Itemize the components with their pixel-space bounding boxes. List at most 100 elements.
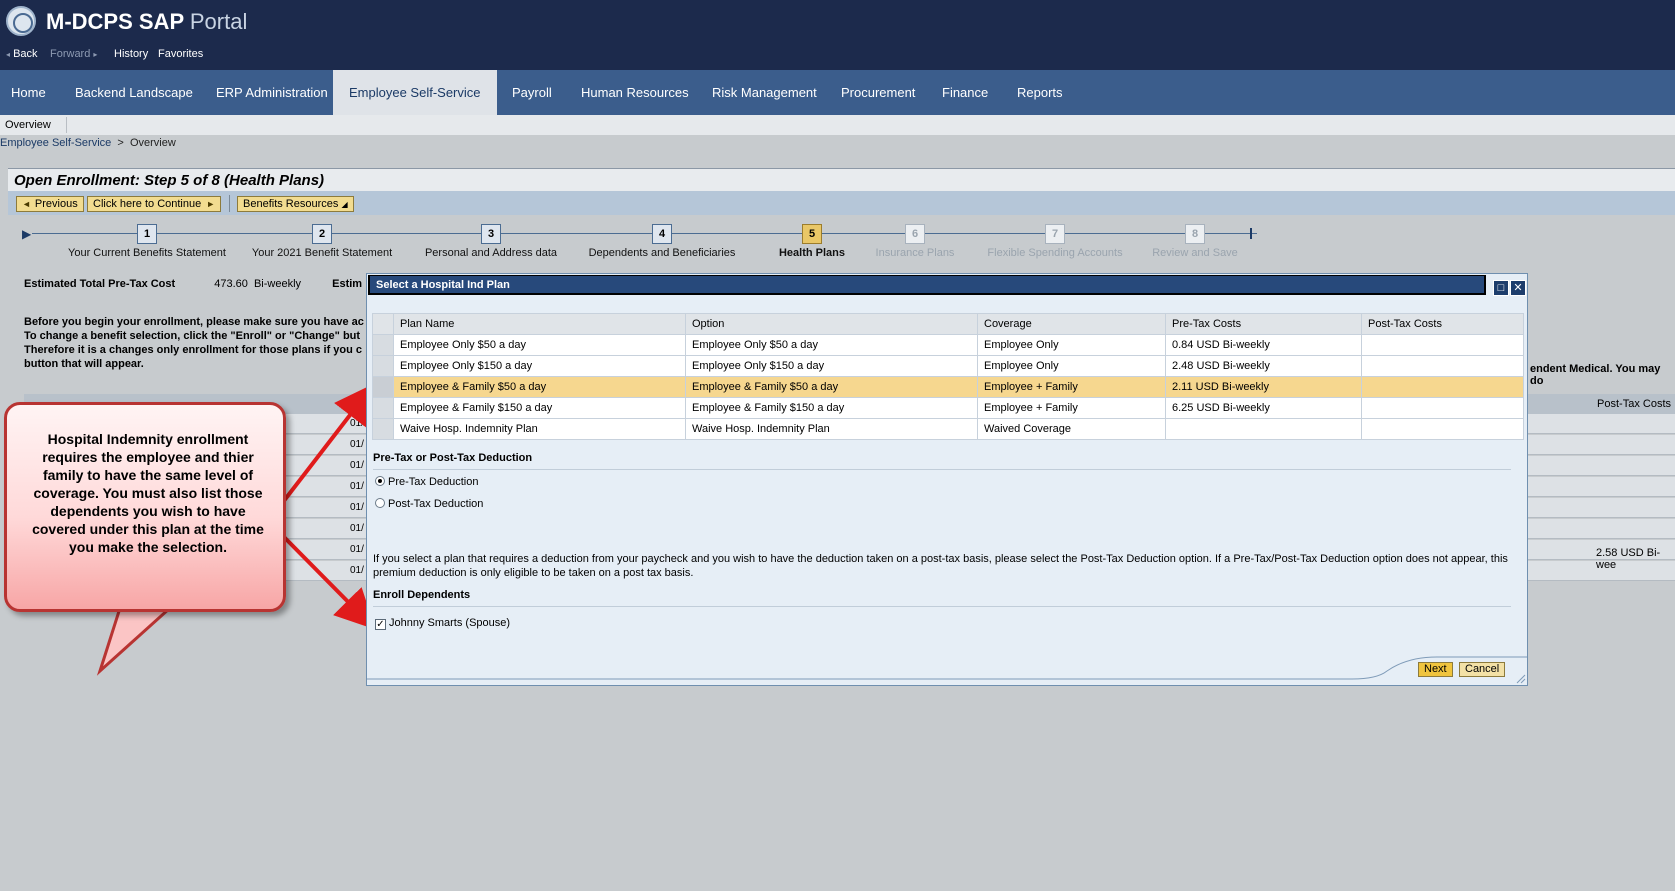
posttax-cell (1361, 376, 1524, 398)
breadcrumb-current: Overview (129, 137, 176, 149)
cancel-button[interactable]: Cancel (1459, 662, 1506, 677)
row-selector-header (372, 313, 394, 335)
district-seal-logo (6, 6, 36, 36)
col-option: Option (685, 313, 978, 335)
col-posttax-costs: Post-Tax Costs (1361, 313, 1524, 335)
coverage-cell: Employee Only (977, 355, 1166, 377)
history-link[interactable]: History (114, 48, 148, 60)
page-header: Open Enrollment: Step 5 of 8 (Health Pla… (8, 168, 1675, 191)
menu-arrow-icon: ◢ (341, 200, 348, 209)
pretax-cell: 6.25 USD Bi-weekly (1165, 397, 1362, 419)
step-label: Health Plans (778, 247, 846, 259)
roadmap-start-icon: ▶ (22, 227, 32, 241)
step-label: Personal and Address data (424, 247, 558, 259)
row-selector[interactable] (372, 397, 394, 419)
subnav-overview[interactable]: Overview (5, 119, 51, 131)
tab-procurement[interactable]: Procurement (839, 70, 917, 115)
top-navigation: Home Backend Landscape ERP Administratio… (0, 70, 1675, 115)
row-selector[interactable] (372, 334, 394, 356)
tab-risk-management[interactable]: Risk Management (710, 70, 819, 115)
step-number: 4 (652, 224, 672, 244)
plan-name-cell: Employee & Family $50 a day (393, 376, 686, 398)
next-button[interactable]: Next (1418, 662, 1453, 677)
table-row-selected[interactable]: Employee & Family $50 a day Employee & F… (372, 376, 1524, 398)
background-posttax-value: 2.58 USD Bi-wee (1596, 547, 1661, 571)
step-number: 3 (481, 224, 501, 244)
enrollment-toolbar: Previous Click here to Continue Benefits… (8, 191, 1675, 215)
estimated-cost-label: Estimated Total Pre-Tax Cost (24, 278, 176, 290)
portal-header: M-DCPS SAP Portal ◂ Back Forward ▸ Histo… (0, 0, 1675, 70)
pretax-cell: 2.11 USD Bi-weekly (1165, 376, 1362, 398)
back-link[interactable]: ◂ Back (6, 48, 38, 60)
dialog-footer-curve (367, 656, 1527, 684)
previous-button[interactable]: Previous (16, 196, 84, 212)
page-title: Open Enrollment: Step 5 of 8 (Health Pla… (14, 172, 325, 189)
forward-link[interactable]: Forward ▸ (50, 48, 97, 60)
radio-selected-icon[interactable] (375, 476, 385, 486)
step-number: 8 (1185, 224, 1205, 244)
row-selector[interactable] (372, 376, 394, 398)
estimated-cost-value: 473.60 (214, 278, 248, 290)
benefits-resources-button[interactable]: Benefits Resources ◢ (237, 196, 354, 212)
row-selector[interactable] (372, 418, 394, 440)
section-divider (373, 606, 1511, 607)
row-selector[interactable] (372, 355, 394, 377)
deduction-note: If you select a plan that requires a ded… (373, 553, 1508, 579)
plan-name-cell: Employee & Family $150 a day (393, 397, 686, 419)
posttax-cell (1361, 397, 1524, 419)
callout-tail (96, 606, 174, 676)
background-posttax-header: Post-Tax Costs (1597, 398, 1671, 410)
step-label: Insurance Plans (875, 247, 955, 259)
roadmap-end-icon (1250, 228, 1252, 239)
step-label: Your 2021 Benefit Statement (251, 247, 393, 259)
table-row[interactable]: Employee & Family $150 a day Employee & … (372, 397, 1524, 419)
dependent-checkbox-row[interactable]: ✓ Johnny Smarts (Spouse) (375, 617, 510, 630)
plan-table: Plan Name Option Coverage Pre-Tax Costs … (372, 313, 1524, 440)
radio-unselected-icon[interactable] (375, 498, 385, 508)
tab-reports[interactable]: Reports (1015, 70, 1065, 115)
dialog-titlebar: Select a Hospital Ind Plan (368, 275, 1486, 295)
plan-table-header: Plan Name Option Coverage Pre-Tax Costs … (372, 313, 1524, 335)
pretax-deduction-option[interactable]: Pre-Tax Deduction (375, 476, 479, 488)
favorites-link[interactable]: Favorites (158, 48, 203, 60)
step-number: 6 (905, 224, 925, 244)
col-coverage: Coverage (977, 313, 1166, 335)
checkbox-checked-icon[interactable]: ✓ (375, 619, 386, 630)
breadcrumb-root-link[interactable]: Employee Self-Service (0, 137, 111, 149)
option-cell: Employee & Family $150 a day (685, 397, 978, 419)
dialog-title: Select a Hospital Ind Plan (376, 279, 510, 291)
estimated-cost-summary: Estimated Total Pre-Tax Cost 473.60 Bi-w… (24, 278, 362, 290)
pretax-cell (1165, 418, 1362, 440)
tab-backend-landscape[interactable]: Backend Landscape (73, 70, 195, 115)
instruction-fragment-right: endent Medical. You may do (1530, 363, 1661, 387)
close-icon[interactable]: ✕ (1510, 280, 1526, 296)
step-number: 1 (137, 224, 157, 244)
pretax-cell: 0.84 USD Bi-weekly (1165, 334, 1362, 356)
table-row[interactable]: Employee Only $150 a day Employee Only $… (372, 355, 1524, 377)
col-plan-name: Plan Name (393, 313, 686, 335)
deduction-section-title: Pre-Tax or Post-Tax Deduction (373, 452, 533, 464)
col-pretax-costs: Pre-Tax Costs (1165, 313, 1362, 335)
breadcrumb: Employee Self-Service > Overview (0, 137, 176, 149)
tab-home[interactable]: Home (9, 70, 48, 115)
continue-button[interactable]: Click here to Continue (87, 196, 222, 212)
step-label: Your Current Benefits Statement (68, 247, 226, 259)
plan-name-cell: Employee Only $150 a day (393, 355, 686, 377)
enrollment-roadmap: ▶ 1 Your Current Benefits Statement 2 Your… (22, 224, 1257, 264)
coverage-cell: Employee + Family (977, 397, 1166, 419)
coverage-cell: Employee Only (977, 334, 1166, 356)
tab-erp-administration[interactable]: ERP Administration (214, 70, 330, 115)
table-row[interactable]: Employee Only $50 a day Employee Only $5… (372, 334, 1524, 356)
toolbar-divider (229, 195, 230, 212)
tab-human-resources[interactable]: Human Resources (579, 70, 691, 115)
posttax-cell (1361, 334, 1524, 356)
option-cell: Employee & Family $50 a day (685, 376, 978, 398)
maximize-icon[interactable]: □ (1493, 280, 1509, 296)
posttax-cell (1361, 418, 1524, 440)
tab-employee-self-service[interactable]: Employee Self-Service (333, 70, 497, 115)
dependents-section-title: Enroll Dependents (373, 589, 471, 601)
tab-finance[interactable]: Finance (940, 70, 990, 115)
table-row[interactable]: Waive Hosp. Indemnity Plan Waive Hosp. I… (372, 418, 1524, 440)
posttax-deduction-option[interactable]: Post-Tax Deduction (375, 498, 483, 510)
tab-payroll[interactable]: Payroll (510, 70, 554, 115)
